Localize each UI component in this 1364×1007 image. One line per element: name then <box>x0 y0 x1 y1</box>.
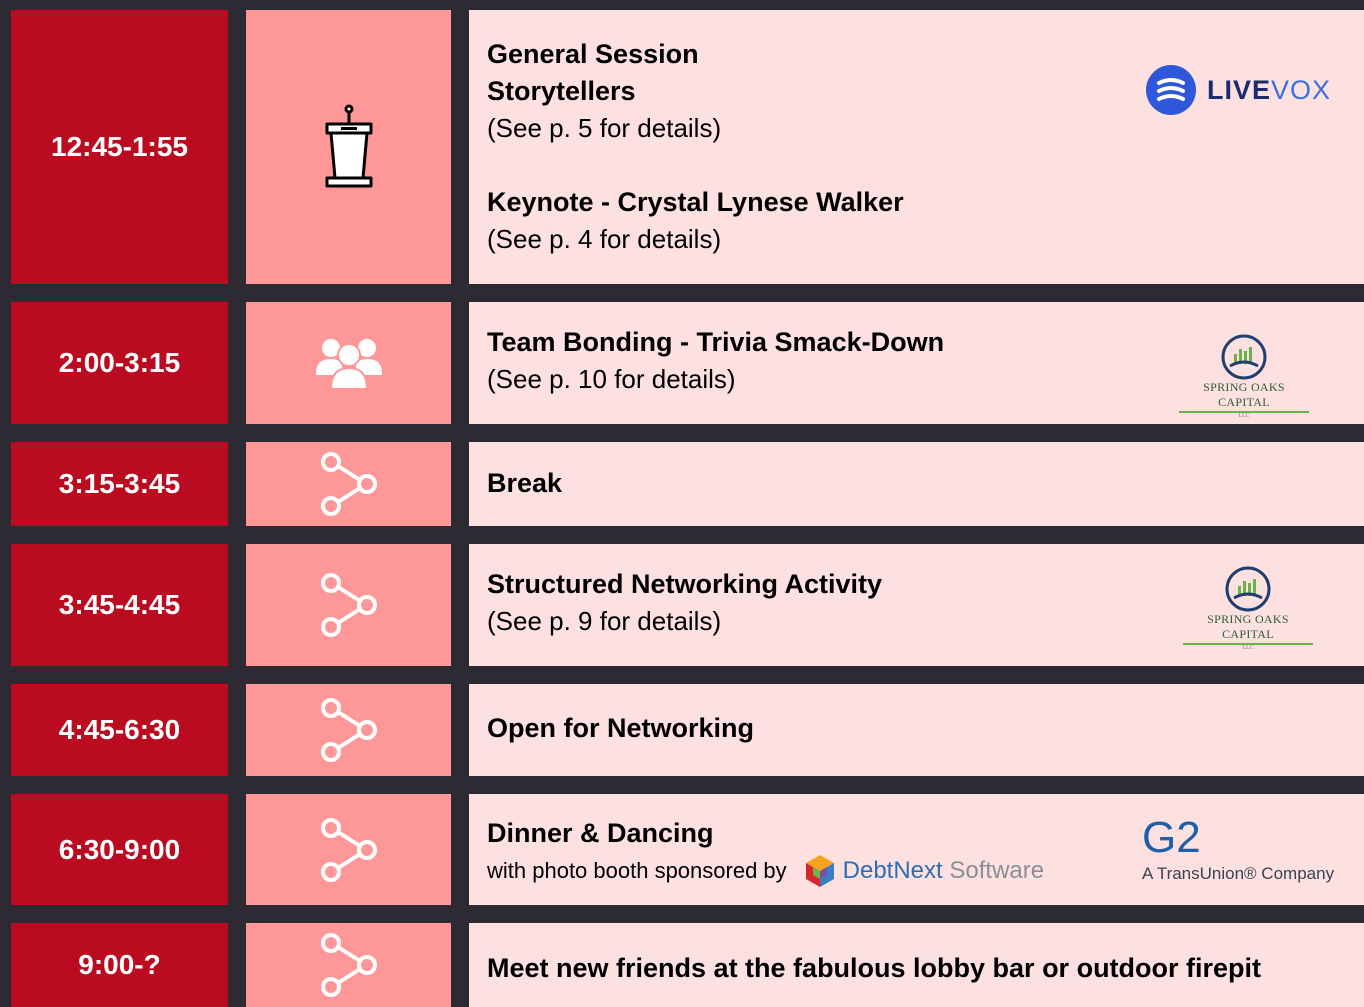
debtnext-name: DebtNext <box>842 857 943 884</box>
session-text: Structured Networking Activity (See p. 9… <box>487 566 882 640</box>
spring-oaks-logo: SPRING OAKS CAPITAL LLC <box>1179 334 1309 420</box>
schedule-row: 4:45-6:30 Open for Networking <box>0 684 1364 776</box>
session-detail: with photo booth sponsored by <box>487 858 787 883</box>
g2-logo: G2 A TransUnion® Company <box>1142 816 1334 884</box>
group-icon <box>315 339 382 390</box>
spring-oaks-mark-icon <box>1225 566 1271 612</box>
time-label: 4:45-6:30 <box>58 714 181 745</box>
session-title: General Session <box>487 39 699 69</box>
session-text: Meet new friends at the fabulous lobby b… <box>487 950 1261 987</box>
session-subtitle: Storytellers <box>487 76 636 106</box>
livevox-logo: LIVEVOX <box>1145 64 1331 116</box>
time-cell: 6:30-9:00 <box>11 794 228 905</box>
session-title: Structured Networking Activity <box>487 569 883 599</box>
schedule-row: 12:45-1:55 General Session Storytellers … <box>0 10 1364 284</box>
share-icon <box>320 573 377 637</box>
time-label: 6:30-9:00 <box>58 833 181 865</box>
icon-cell <box>246 923 451 1007</box>
icon-cell <box>246 302 451 424</box>
session-content: Dinner & Dancing with photo booth sponso… <box>469 794 1364 905</box>
icon-cell <box>246 10 451 284</box>
session-content: Break <box>469 442 1364 526</box>
keynote-detail: (See p. 4 for details) <box>487 224 722 254</box>
debtnext-logo: DebtNext Software <box>805 854 1044 888</box>
time-cell: 2:00-3:15 <box>11 302 228 424</box>
session-detail: (See p. 5 for details) <box>487 113 722 143</box>
icon-cell <box>246 794 451 905</box>
time-cell: 12:45-1:55 <box>11 10 228 284</box>
time-cell: 4:45-6:30 <box>11 684 228 776</box>
g2-tagline: A TransUnion® Company <box>1142 864 1335 883</box>
time-cell: 3:45-4:45 <box>11 544 228 666</box>
icon-cell <box>246 442 451 526</box>
session-content: Team Bonding - Trivia Smack-Down (See p.… <box>469 302 1364 424</box>
spring-oaks-name: SPRING OAKS CAPITAL <box>1207 612 1289 641</box>
spring-oaks-name: SPRING OAKS CAPITAL <box>1203 380 1285 409</box>
debtnext-software: Software <box>942 857 1045 884</box>
session-text: Dinner & Dancing with photo booth sponso… <box>487 815 1044 888</box>
schedule-row: 6:30-9:00 Dinner & Dancing with photo bo… <box>0 794 1364 905</box>
session-title: Meet new friends at the fabulous lobby b… <box>487 953 1262 983</box>
schedule-row: 2:00-3:15 Team Bonding - Trivia Smack-Do… <box>0 302 1364 424</box>
session-content: Meet new friends at the fabulous lobby b… <box>469 923 1364 1007</box>
share-icon <box>320 933 377 997</box>
time-label: 2:00-3:15 <box>58 347 181 378</box>
session-content: Open for Networking <box>469 684 1364 776</box>
time-label: 12:45-1:55 <box>51 131 188 162</box>
spring-oaks-llc: LLC <box>1238 413 1250 419</box>
session-detail: (See p. 9 for details) <box>487 606 722 636</box>
livevox-wordmark-live: LIVE <box>1207 74 1272 105</box>
livevox-mark-icon <box>1146 65 1196 115</box>
time-cell: 9:00-? <box>11 923 228 1007</box>
session-text: Team Bonding - Trivia Smack-Down (See p.… <box>487 324 944 398</box>
session-text: Break <box>487 465 562 502</box>
spring-oaks-logo: SPRING OAKS CAPITAL LLC <box>1183 566 1313 652</box>
podium-icon <box>325 104 372 188</box>
session-title: Team Bonding - Trivia Smack-Down <box>487 327 945 357</box>
icon-cell <box>246 544 451 666</box>
session-content: Structured Networking Activity (See p. 9… <box>469 544 1364 666</box>
session-text: Open for Networking <box>487 710 754 747</box>
spring-oaks-mark-icon <box>1221 334 1267 380</box>
keynote-title: Keynote - Crystal Lynese Walker <box>487 187 904 217</box>
schedule-row: 3:45-4:45 Structured Networking Activity… <box>0 544 1364 666</box>
share-icon <box>320 817 377 882</box>
session-title: Open for Networking <box>487 713 755 743</box>
session-detail: (See p. 10 for details) <box>487 364 736 394</box>
time-label: 3:15-3:45 <box>58 468 181 499</box>
spring-oaks-llc: LLC <box>1242 645 1254 651</box>
session-content: General Session Storytellers (See p. 5 f… <box>469 10 1364 284</box>
session-text: General Session Storytellers (See p. 5 f… <box>487 36 904 258</box>
debtnext-cube-icon <box>805 855 834 887</box>
session-title: Dinner & Dancing <box>487 818 714 848</box>
time-cell: 3:15-3:45 <box>11 442 228 526</box>
share-icon <box>320 698 377 762</box>
share-icon <box>320 452 377 516</box>
livevox-wordmark-vox: VOX <box>1271 74 1332 105</box>
session-title: Break <box>487 468 563 498</box>
icon-cell <box>246 684 451 776</box>
time-label: 3:45-4:45 <box>58 589 181 620</box>
g2-mark: G2 <box>1142 813 1201 862</box>
schedule-row: 3:15-3:45 Break <box>0 442 1364 526</box>
time-label: 9:00-? <box>78 949 161 980</box>
schedule-row: 9:00-? Meet new friends at the fabulous … <box>0 923 1364 1007</box>
